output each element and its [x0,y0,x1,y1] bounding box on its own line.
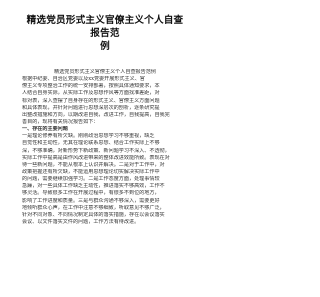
body-line: 自觉性和主动性，无其在理论联系思想、结合工作实际上不够 [22,140,160,147]
body-line: 急躁，对一些具体工作缺乏主动性，推进落实不够高效，工作不 [22,183,165,190]
body-line: 影响了工作进度和质量。三是与群众沟通不够深入，需要更好 [22,197,160,204]
body-line: 善目的，现将有关情况报告如下： [22,118,99,125]
body-line: 和具体表现，并针对问题进行思想深层次的剖析，逐条研究提 [22,104,160,111]
body-line: 待一些新问题，不能从根本上认识并解决。二是对于工作中，对 [22,161,165,168]
body-line: 深，不够准确，对新形势下新政策、新问题学习不深入、不透彻， [22,147,170,154]
body-line: 政策把握还有所欠缺，不能运用思想理论切实解决实际工作中 [22,168,160,175]
document-body: 根据中纪委、自治区党委以及xx党委开展形式主义、官 僚主义专项整治工作的统一安排… [22,76,188,226]
body-line: 人结合自身实际，从实际工作及思想作风等方面找准差距，对 [22,90,160,97]
body-line: 的问题，需要继续加强学习。二是工作态度方面，处理事情较 [22,176,160,183]
body-line: 标对表，深入查摆了自身存在的形式主义、官僚主义方面问题 [22,97,160,104]
body-line: 僚主义专项整治工作的统一安排部署，按照具体通知要求，本 [22,83,160,90]
body-line: 会议、以文件落实文件的问题，工作方法有待改进。 [22,218,140,225]
body-line: 实际工作中提高是由作风改进带来的整体改进效能所致。表现在对 [22,154,170,161]
body-line: 地倾听群众心声，在工作中注意不够细致，听取意见不够广泛， [22,204,165,211]
document-title: 精选党员形式主义官僚主义个人自查报告范 例 [22,14,188,53]
document-subtitle: 精选党员形式主义官僚主义个人自查报告范例 [54,69,156,75]
body-line: 一是理论修养有所欠缺。刚刚政治思想学习不够重视，缺乏 [22,133,155,140]
section-heading: 一、存在的主要问题 [22,126,68,133]
title-line-1: 精选党员形式主义官僚主义个人自查报告范 [26,15,184,39]
document-page: 精选党员形式主义官僚主义个人自查报告范 例 精选党员形式主义官僚主义个人自查报告… [0,0,210,297]
body-line: 够灵活。导致很多工作在开展过程中，有很多不到位的地方， [22,190,160,197]
body-line: 出整改措施和方向，以期改进自我，改进工作，自我提高，自我完 [22,111,170,118]
title-line-2: 例 [100,41,110,52]
body-line: 根据中纪委、自治区党委以及xx党委开展形式主义、官 [22,76,145,83]
body-line: 针对不同对象、不同情况制定具体的落实措施，存在以会议落实 [22,211,165,218]
